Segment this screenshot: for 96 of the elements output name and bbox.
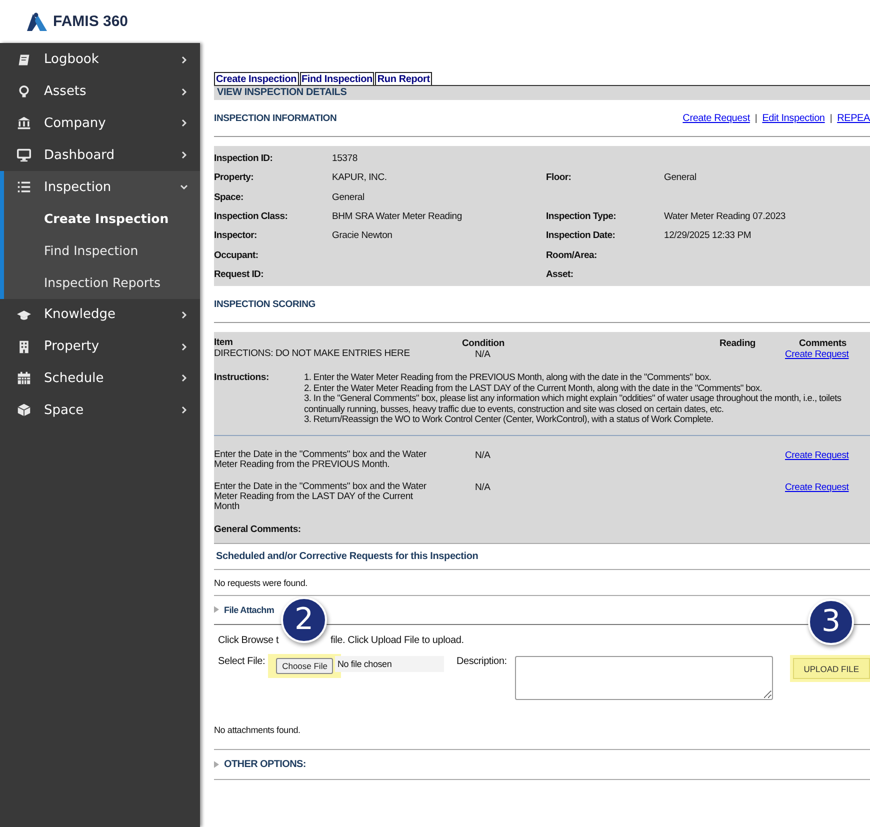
item-text: Enter the Date in the "Comments" box and the Water Meter Reading from the PREVIOUS Month. bbox=[214, 450, 428, 470]
nav-item[interactable]: Assets bbox=[0, 76, 200, 108]
page-title: VIEW INSPECTION DETAILS bbox=[217, 87, 347, 98]
create-request-link[interactable]: Create Request bbox=[785, 482, 849, 493]
field-label: Inspection Date: bbox=[546, 230, 616, 242]
hint-text: file. Click Upload File to upload. bbox=[330, 634, 464, 646]
field-label: Inspection Type: bbox=[546, 211, 617, 222]
instructions-label: Instructions: bbox=[214, 372, 270, 386]
empty-message: No attachments found. bbox=[214, 724, 302, 737]
chevron-right-icon bbox=[180, 56, 188, 64]
nav-item[interactable]: Logbook bbox=[0, 44, 200, 76]
instruction-line: 2. Enter the Water Meter Reading from the LAST DAY of the Current Month, along with the date in the "Comments" box. bbox=[304, 382, 764, 394]
field-label: Floor: bbox=[546, 172, 572, 184]
nav-item[interactable]: Knowledge bbox=[0, 298, 200, 331]
field-value: KAPUR, INC. bbox=[332, 172, 387, 184]
cube-icon bbox=[17, 403, 31, 418]
calendar-icon bbox=[17, 371, 31, 386]
description-field[interactable] bbox=[514, 656, 773, 700]
field-label: Inspection ID: bbox=[214, 153, 274, 164]
monitor-icon bbox=[17, 148, 31, 162]
condition-value: N/A bbox=[474, 349, 492, 360]
hint-text: Click Browse t bbox=[218, 634, 279, 646]
condition-value: N/A bbox=[474, 482, 492, 495]
field-label: Request ID: bbox=[214, 268, 264, 280]
column-header: Condition bbox=[462, 338, 506, 350]
nav-item[interactable]: Schedule bbox=[0, 362, 200, 394]
field-value: 15378 bbox=[332, 153, 358, 164]
nav-item[interactable]: Dashboard bbox=[0, 139, 200, 172]
expand-triangle-icon[interactable] bbox=[214, 606, 219, 614]
field-label: Asset: bbox=[546, 268, 574, 280]
lightbulb-icon bbox=[17, 84, 31, 99]
upload-file-button[interactable]: UPLOAD FILE bbox=[792, 658, 870, 679]
list-icon bbox=[17, 180, 31, 194]
nav-item[interactable]: Inspection bbox=[4, 171, 200, 203]
chevron-right-icon bbox=[180, 119, 188, 128]
field-value: 12/29/2025 12:33 PM bbox=[664, 230, 752, 242]
chevron-right-icon bbox=[180, 374, 188, 382]
field-label: Inspection Class: bbox=[214, 211, 289, 222]
section-heading: Scheduled and/or Corrective Requests for this Inspection bbox=[215, 550, 480, 564]
chevron-right-icon bbox=[180, 88, 188, 96]
chevron-down-icon bbox=[180, 183, 188, 192]
field-label: Inspector: bbox=[214, 230, 258, 242]
create-request-link[interactable]: Create Request bbox=[785, 349, 849, 360]
instruction-line: 3. In the "General Comments" box, please list any information which might explain "oddities" of water usage throughout the month, i.e., toilets continually running, busses, heavy traffic due to events, construction and site was closed on certain dates, etc. bbox=[304, 393, 842, 414]
column-header: Item bbox=[214, 338, 234, 349]
logo-text: FAMIS 360 bbox=[53, 13, 128, 30]
section-heading: INSPECTION INFORMATION bbox=[214, 112, 337, 124]
instruction-line: 3. Return/Reassign the WO to Work Control Center (Center, WorkControl), with a status of Work Complete. bbox=[304, 414, 714, 425]
column-header: Reading bbox=[718, 338, 757, 350]
section-heading: INSPECTION SCORING bbox=[214, 298, 316, 310]
general-comments-label: General Comments: bbox=[214, 524, 302, 535]
field-label: Select File: bbox=[218, 656, 266, 667]
section-heading: File Attachm bbox=[224, 604, 274, 615]
book-icon bbox=[17, 52, 31, 67]
choose-file-button[interactable]: Choose File bbox=[276, 658, 334, 674]
chevron-right-icon bbox=[180, 151, 188, 160]
condition-value: N/A bbox=[474, 450, 492, 463]
separator: | bbox=[754, 112, 758, 124]
field-value: BHM SRA Water Meter Reading bbox=[332, 211, 462, 222]
instruction-line: 1. Enter the Water Meter Reading from the PREVIOUS Month, along with the date in the "Comments" box. bbox=[304, 372, 712, 383]
field-label: Description: bbox=[456, 656, 507, 667]
chevron-right-icon bbox=[180, 406, 188, 414]
bank-icon bbox=[17, 116, 31, 130]
link[interactable]: Edit Inspection bbox=[762, 112, 825, 124]
field-label: Room/Area: bbox=[546, 250, 598, 261]
callout-badge: 3 bbox=[808, 598, 854, 645]
nav-item[interactable]: Space bbox=[0, 394, 200, 426]
chevron-right-icon bbox=[180, 310, 188, 319]
item-text: DIRECTIONS: DO NOT MAKE ENTRIES HERE bbox=[214, 349, 411, 360]
building-icon bbox=[17, 340, 31, 354]
column-header: Comments bbox=[798, 338, 848, 350]
field-value: Gracie Newton bbox=[332, 230, 392, 242]
field-value: Water Meter Reading 07.2023 bbox=[664, 211, 786, 222]
expand-triangle-icon[interactable] bbox=[214, 760, 219, 768]
nav-item[interactable]: Company bbox=[0, 108, 200, 140]
link[interactable]: REPEA bbox=[837, 112, 870, 124]
nav-subitem[interactable]: Create Inspection bbox=[4, 202, 200, 235]
link[interactable]: Create Request bbox=[682, 112, 750, 124]
logo-icon bbox=[24, 12, 48, 32]
field-value: General bbox=[332, 192, 364, 203]
field-label: Space: bbox=[214, 192, 244, 203]
nav-item[interactable]: Property bbox=[0, 330, 200, 363]
nav-subitem[interactable]: Inspection Reports bbox=[4, 266, 200, 299]
field-label: Occupant: bbox=[214, 250, 260, 261]
separator: | bbox=[830, 112, 832, 124]
nav-subitem[interactable]: Find Inspection bbox=[4, 234, 200, 267]
field-value: General bbox=[664, 172, 696, 184]
field-label: Property: bbox=[214, 172, 255, 184]
create-request-link[interactable]: Create Request bbox=[785, 450, 849, 461]
empty-message: No requests were found. bbox=[214, 576, 308, 590]
callout-badge: 2 bbox=[281, 596, 327, 643]
chevron-right-icon bbox=[180, 342, 188, 351]
graduation-cap-icon bbox=[17, 308, 31, 322]
section-heading: OTHER OPTIONS: bbox=[224, 758, 306, 770]
item-text: Enter the Date in the "Comments" box and the Water Meter Reading from the LAST DAY of the Current Month bbox=[214, 482, 428, 512]
file-status: No file chosen bbox=[335, 656, 444, 672]
